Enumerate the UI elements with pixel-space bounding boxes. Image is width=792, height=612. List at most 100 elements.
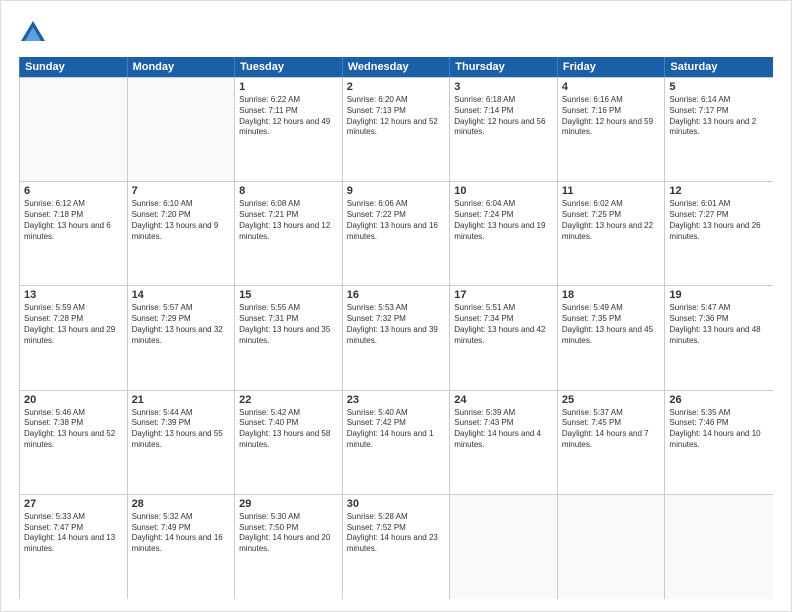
day-cell-30: 30 Sunrise: 5:28 AMSunset: 7:52 PMDayligh… <box>343 495 451 599</box>
day-info: Sunrise: 5:46 AMSunset: 7:38 PMDaylight:… <box>24 408 123 451</box>
week-row-4: 20 Sunrise: 5:46 AMSunset: 7:38 PMDayligh… <box>20 391 773 495</box>
day-cell-17: 17 Sunrise: 5:51 AMSunset: 7:34 PMDayligh… <box>450 286 558 389</box>
day-number: 28 <box>132 498 231 510</box>
day-number: 26 <box>669 394 769 406</box>
day-number: 17 <box>454 289 553 301</box>
day-cell-6: 6 Sunrise: 6:12 AMSunset: 7:18 PMDaylight… <box>20 182 128 285</box>
day-cell-2: 2 Sunrise: 6:20 AMSunset: 7:13 PMDaylight… <box>343 78 451 181</box>
logo <box>19 19 51 47</box>
day-number: 23 <box>347 394 446 406</box>
day-number: 22 <box>239 394 338 406</box>
day-number: 11 <box>562 185 661 197</box>
empty-cell <box>558 495 666 599</box>
day-number: 30 <box>347 498 446 510</box>
day-number: 8 <box>239 185 338 197</box>
day-cell-14: 14 Sunrise: 5:57 AMSunset: 7:29 PMDayligh… <box>128 286 236 389</box>
week-row-5: 27 Sunrise: 5:33 AMSunset: 7:47 PMDayligh… <box>20 495 773 599</box>
day-info: Sunrise: 6:06 AMSunset: 7:22 PMDaylight:… <box>347 199 446 242</box>
day-info: Sunrise: 5:49 AMSunset: 7:35 PMDaylight:… <box>562 303 661 346</box>
day-info: Sunrise: 5:47 AMSunset: 7:36 PMDaylight:… <box>669 303 769 346</box>
day-cell-4: 4Sunrise: 6:16 AMSunset: 7:16 PMDaylight… <box>558 78 666 181</box>
day-header-tuesday: Tuesday <box>235 57 343 77</box>
day-number: 19 <box>669 289 769 301</box>
day-cell-15: 15 Sunrise: 5:55 AMSunset: 7:31 PMDayligh… <box>235 286 343 389</box>
day-info: Sunrise: 6:08 AMSunset: 7:21 PMDaylight:… <box>239 199 338 242</box>
day-number: 9 <box>347 185 446 197</box>
day-header-thursday: Thursday <box>450 57 558 77</box>
day-cell-13: 13 Sunrise: 5:59 AMSunset: 7:28 PMDayligh… <box>20 286 128 389</box>
day-number: 15 <box>239 289 338 301</box>
day-header-wednesday: Wednesday <box>343 57 451 77</box>
day-info: Sunrise: 5:40 AMSunset: 7:42 PMDaylight:… <box>347 408 446 451</box>
day-info: Sunrise: 6:22 AMSunset: 7:11 PMDaylight:… <box>239 95 338 138</box>
page: SundayMondayTuesdayWednesdayThursdayFrid… <box>0 0 792 612</box>
day-cell-21: 21 Sunrise: 5:44 AMSunset: 7:39 PMDayligh… <box>128 391 236 494</box>
day-number: 2 <box>347 81 446 93</box>
day-info: Sunrise: 5:32 AMSunset: 7:49 PMDaylight:… <box>132 512 231 555</box>
calendar-header: SundayMondayTuesdayWednesdayThursdayFrid… <box>19 57 773 77</box>
day-number: 12 <box>669 185 769 197</box>
day-info: Sunrise: 6:12 AMSunset: 7:18 PMDaylight:… <box>24 199 123 242</box>
day-number: 6 <box>24 185 123 197</box>
day-number: 18 <box>562 289 661 301</box>
day-info: Sunrise: 5:35 AMSunset: 7:46 PMDaylight:… <box>669 408 769 451</box>
day-cell-5: 5 Sunrise: 6:14 AMSunset: 7:17 PMDaylight… <box>665 78 773 181</box>
day-number: 3 <box>454 81 553 93</box>
calendar: SundayMondayTuesdayWednesdayThursdayFrid… <box>19 57 773 599</box>
day-info: Sunrise: 5:51 AMSunset: 7:34 PMDaylight:… <box>454 303 553 346</box>
day-cell-1: 1 Sunrise: 6:22 AMSunset: 7:11 PMDaylight… <box>235 78 343 181</box>
day-cell-26: 26 Sunrise: 5:35 AMSunset: 7:46 PMDayligh… <box>665 391 773 494</box>
empty-cell <box>665 495 773 599</box>
day-number: 1 <box>239 81 338 93</box>
day-info: Sunrise: 5:55 AMSunset: 7:31 PMDaylight:… <box>239 303 338 346</box>
day-info: Sunrise: 5:28 AMSunset: 7:52 PMDaylight:… <box>347 512 446 555</box>
day-header-sunday: Sunday <box>20 57 128 77</box>
day-cell-28: 28 Sunrise: 5:32 AMSunset: 7:49 PMDayligh… <box>128 495 236 599</box>
day-cell-18: 18 Sunrise: 5:49 AMSunset: 7:35 PMDayligh… <box>558 286 666 389</box>
empty-cell <box>128 78 236 181</box>
day-number: 10 <box>454 185 553 197</box>
day-cell-8: 8 Sunrise: 6:08 AMSunset: 7:21 PMDaylight… <box>235 182 343 285</box>
day-header-monday: Monday <box>128 57 236 77</box>
day-header-saturday: Saturday <box>665 57 773 77</box>
week-row-1: 1 Sunrise: 6:22 AMSunset: 7:11 PMDaylight… <box>20 78 773 182</box>
empty-cell <box>20 78 128 181</box>
day-cell-24: 24 Sunrise: 5:39 AMSunset: 7:43 PMDayligh… <box>450 391 558 494</box>
day-info: Sunrise: 6:10 AMSunset: 7:20 PMDaylight:… <box>132 199 231 242</box>
day-info: Sunrise: 5:42 AMSunset: 7:40 PMDaylight:… <box>239 408 338 451</box>
day-number: 4 <box>562 81 661 93</box>
day-info: Sunrise: 6:18 AMSunset: 7:14 PMDaylight:… <box>454 95 553 138</box>
day-cell-19: 19 Sunrise: 5:47 AMSunset: 7:36 PMDayligh… <box>665 286 773 389</box>
day-number: 20 <box>24 394 123 406</box>
empty-cell <box>450 495 558 599</box>
day-number: 14 <box>132 289 231 301</box>
day-info: Sunrise: 5:53 AMSunset: 7:32 PMDaylight:… <box>347 303 446 346</box>
day-number: 5 <box>669 81 769 93</box>
day-cell-11: 11 Sunrise: 6:02 AMSunset: 7:25 PMDayligh… <box>558 182 666 285</box>
day-number: 13 <box>24 289 123 301</box>
header <box>19 19 773 47</box>
day-cell-3: 3 Sunrise: 6:18 AMSunset: 7:14 PMDaylight… <box>450 78 558 181</box>
day-number: 29 <box>239 498 338 510</box>
day-info: Sunrise: 6:14 AMSunset: 7:17 PMDaylight:… <box>669 95 769 138</box>
day-info: Sunrise: 5:30 AMSunset: 7:50 PMDaylight:… <box>239 512 338 555</box>
day-number: 21 <box>132 394 231 406</box>
day-info: Sunrise: 5:39 AMSunset: 7:43 PMDaylight:… <box>454 408 553 451</box>
day-info: Sunrise: 5:33 AMSunset: 7:47 PMDaylight:… <box>24 512 123 555</box>
day-info: Sunrise: 6:02 AMSunset: 7:25 PMDaylight:… <box>562 199 661 242</box>
day-cell-25: 25 Sunrise: 5:37 AMSunset: 7:45 PMDayligh… <box>558 391 666 494</box>
day-info: Sunrise: 5:57 AMSunset: 7:29 PMDaylight:… <box>132 303 231 346</box>
day-cell-22: 22 Sunrise: 5:42 AMSunset: 7:40 PMDayligh… <box>235 391 343 494</box>
day-cell-23: 23 Sunrise: 5:40 AMSunset: 7:42 PMDayligh… <box>343 391 451 494</box>
day-cell-10: 10Sunrise: 6:04 AMSunset: 7:24 PMDayligh… <box>450 182 558 285</box>
day-info: Sunrise: 5:37 AMSunset: 7:45 PMDaylight:… <box>562 408 661 451</box>
day-info: Sunrise: 5:59 AMSunset: 7:28 PMDaylight:… <box>24 303 123 346</box>
calendar-body: 1 Sunrise: 6:22 AMSunset: 7:11 PMDaylight… <box>19 77 773 599</box>
day-number: 16 <box>347 289 446 301</box>
day-number: 24 <box>454 394 553 406</box>
day-number: 27 <box>24 498 123 510</box>
day-number: 25 <box>562 394 661 406</box>
day-info: Sunrise: 5:44 AMSunset: 7:39 PMDaylight:… <box>132 408 231 451</box>
day-cell-7: 7Sunrise: 6:10 AMSunset: 7:20 PMDaylight… <box>128 182 236 285</box>
day-info: Sunrise: 6:20 AMSunset: 7:13 PMDaylight:… <box>347 95 446 138</box>
